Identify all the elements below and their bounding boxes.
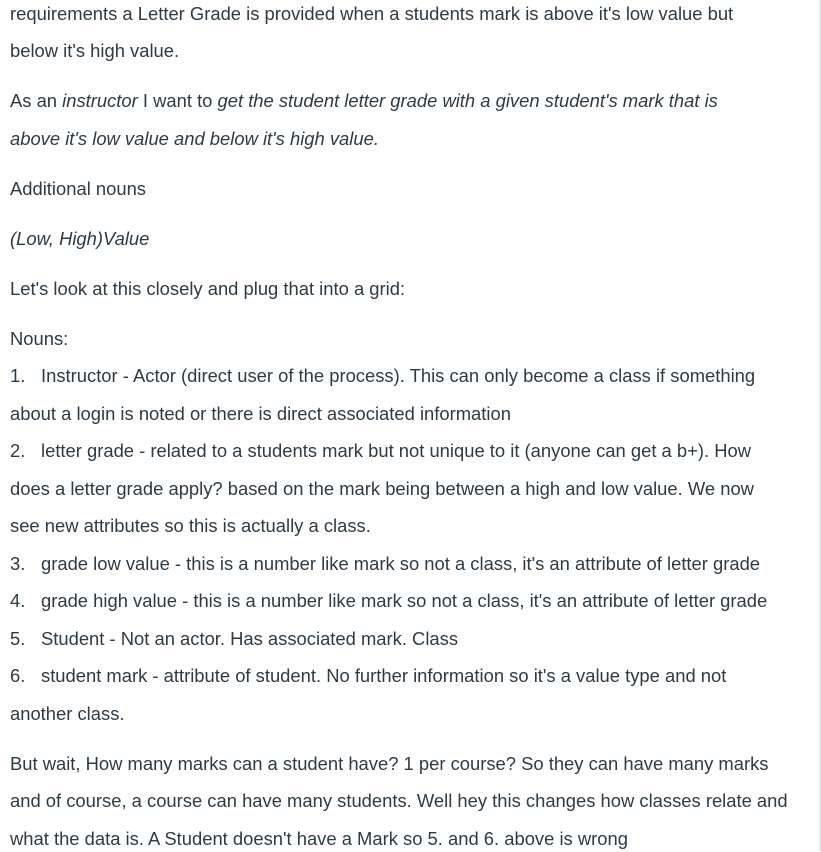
user-story-line2: above it's low value and below it's high… (10, 126, 379, 152)
list-item: 5. Student - Not an actor. Has associated… (10, 626, 458, 652)
list-item-number: 5. (10, 628, 26, 649)
list-item-number: 2. (10, 440, 26, 461)
user-story-line1: As an instructor I want to get the stude… (10, 88, 718, 114)
user-story-goal-line2: above it's low value and below it's high… (10, 128, 379, 149)
grid-intro-paragraph: Let's look at this closely and plug that… (10, 278, 406, 299)
list-item-continuation: another class. (10, 703, 125, 724)
list-item-number: 4. (10, 590, 26, 611)
additional-nouns-heading: Additional nouns (10, 178, 146, 199)
list-item-text: student mark - attribute of student. No … (41, 665, 727, 686)
list-item: 3. grade low value - this is a number lik… (10, 551, 760, 577)
paragraph-requirements-line1: requirements a Letter Grade is provided … (10, 3, 734, 24)
closing-paragraph-line1: But wait, How many marks can a student h… (10, 753, 769, 774)
additional-noun-value: (Low, High)Value (10, 226, 149, 252)
additional-noun-value-text: (Low, High)Value (10, 228, 150, 249)
list-item: 4. grade high value - this is a number li… (10, 588, 767, 614)
user-story-goal-line1: get the student letter grade with a give… (217, 90, 718, 111)
user-story-prefix: As an (10, 90, 63, 111)
user-story-actor: instructor (62, 90, 138, 111)
list-item-continuation: about a login is noted or there is direc… (10, 403, 511, 424)
list-item: 1. Instructor - Actor (direct user of the… (10, 363, 755, 389)
list-item-text: Instructor - Actor (direct user of the p… (41, 365, 756, 386)
list-item-text: grade low value - this is a number like … (41, 553, 761, 574)
closing-paragraph-line3: what the data is. A Student doesn't have… (10, 828, 628, 849)
list-item-text: letter grade - related to a students mar… (41, 440, 751, 461)
user-story-middle: I want to (137, 90, 218, 111)
closing-paragraph-line2: and of course, a course can have many st… (10, 790, 788, 811)
list-item-continuation: see new attributes so this is actually a… (10, 515, 371, 536)
list-item-continuation: does a letter grade apply? based on the … (10, 478, 754, 499)
paragraph-requirements-line2: below it's high value. (10, 40, 180, 61)
list-item-number: 3. (10, 553, 26, 574)
nouns-heading: Nouns: (10, 328, 69, 349)
list-item-number: 6. (10, 665, 26, 686)
list-item: 2. letter grade - related to a students m… (10, 438, 751, 464)
list-item-number: 1. (10, 365, 26, 386)
list-item: 6. student mark - attribute of student. N… (10, 663, 726, 689)
list-item-text: Student - Not an actor. Has associated m… (41, 628, 459, 649)
list-item-text: grade high value - this is a number like… (41, 590, 768, 611)
